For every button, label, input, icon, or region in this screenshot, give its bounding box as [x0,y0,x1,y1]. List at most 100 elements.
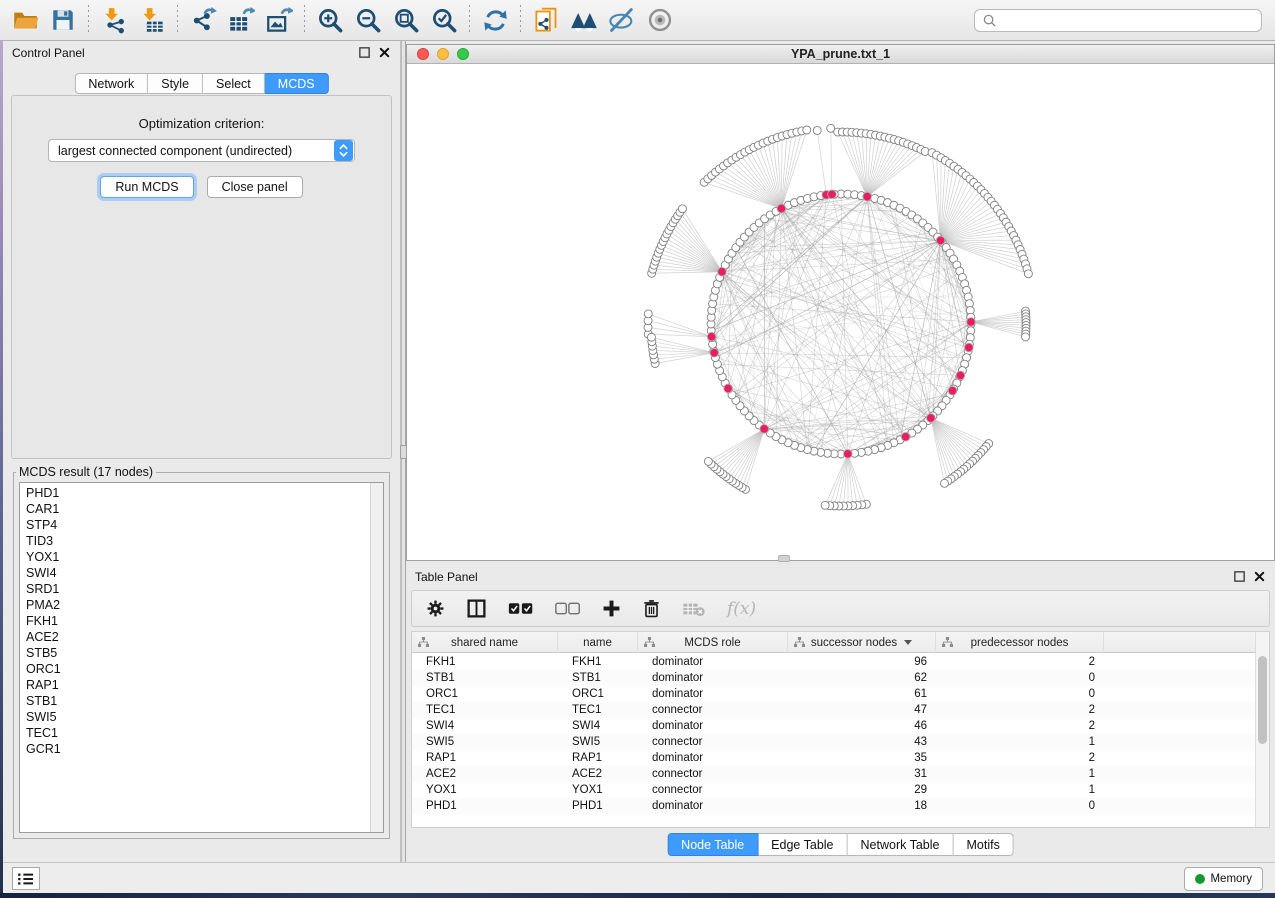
show-columns-button[interactable] [466,594,487,624]
cell-predecessor-nodes[interactable]: 0 [936,798,1104,814]
tab-motifs[interactable]: Motifs [953,833,1013,856]
add-row-button[interactable] [602,594,621,624]
cell-predecessor-nodes[interactable]: 0 [936,686,1104,702]
save-session-button[interactable] [44,3,82,37]
mcds-hub-node[interactable] [718,267,727,276]
cell-successor-nodes[interactable]: 35 [788,750,936,766]
cell-mcds-role[interactable]: dominator [638,654,788,670]
leaf-node[interactable] [704,457,712,465]
refresh-layout-button[interactable] [476,3,514,37]
cell-predecessor-nodes[interactable]: 0 [936,670,1104,686]
leaf-node[interactable] [1022,333,1030,341]
cell-predecessor-nodes[interactable]: 1 [936,734,1104,750]
cell-successor-nodes[interactable]: 62 [788,670,936,686]
cell-predecessor-nodes[interactable]: 2 [936,654,1104,670]
export-network-button[interactable] [184,3,222,37]
mcds-hub-node[interactable] [967,318,976,327]
column-header-successor-nodes[interactable]: successor nodes [788,632,936,653]
close-panel-icon[interactable] [378,46,391,59]
tab-edge-table[interactable]: Edge Table [758,833,847,856]
cell-shared-name[interactable]: SWI5 [412,734,558,750]
table-row[interactable]: SWI5SWI5connector431 [412,734,1255,750]
birds-eye-view-button[interactable] [565,3,603,37]
mcds-hub-node[interactable] [828,190,837,199]
table-row[interactable]: PHD1PHD1dominator180 [412,798,1255,814]
mcds-hub-node[interactable] [724,384,733,393]
result-node-item[interactable]: CAR1 [26,501,369,517]
leaf-node[interactable] [813,126,821,134]
cell-shared-name[interactable]: STB1 [412,670,558,686]
export-image-button[interactable] [260,3,298,37]
cell-predecessor-nodes[interactable]: 2 [936,750,1104,766]
table-row[interactable]: FKH1FKH1dominator962 [412,654,1255,670]
result-node-item[interactable]: PHD1 [26,485,369,501]
close-panel-icon[interactable] [1253,570,1266,583]
cell-mcds-role[interactable]: connector [638,734,788,750]
cell-successor-nodes[interactable]: 29 [788,782,936,798]
cell-mcds-role[interactable]: dominator [638,718,788,734]
cell-name[interactable]: FKH1 [558,654,638,670]
cell-name[interactable]: ACE2 [558,766,638,782]
hide-graphics-details-button[interactable] [603,3,641,37]
result-node-item[interactable]: SWI4 [26,565,369,581]
cell-name[interactable]: SWI5 [558,734,638,750]
run-mcds-button[interactable]: Run MCDS [100,176,193,198]
table-row[interactable]: RAP1RAP1dominator352 [412,750,1255,766]
result-node-item[interactable]: ACE2 [26,629,369,645]
import-table-button[interactable] [133,3,171,37]
result-node-item[interactable]: FKH1 [26,613,369,629]
mcds-hub-node[interactable] [936,236,945,245]
table-row[interactable]: STB1STB1dominator620 [412,670,1255,686]
cell-predecessor-nodes[interactable]: 1 [936,782,1104,798]
mcds-hub-node[interactable] [777,204,786,213]
table-row[interactable]: ACE2ACE2connector311 [412,766,1255,782]
cell-shared-name[interactable]: ORC1 [412,686,558,702]
cell-predecessor-nodes[interactable]: 2 [936,702,1104,718]
result-node-item[interactable]: ORC1 [26,661,369,677]
mcds-hub-node[interactable] [948,386,957,395]
show-graphics-details-button[interactable] [641,3,679,37]
horizontal-splitter-grip[interactable] [778,555,790,562]
deselect-all-button[interactable] [555,594,581,624]
tab-select[interactable]: Select [203,73,265,94]
column-header-predecessor-nodes[interactable]: predecessor nodes [936,632,1104,653]
mcds-hub-node[interactable] [956,371,965,380]
cell-mcds-role[interactable]: connector [638,782,788,798]
cell-successor-nodes[interactable]: 43 [788,734,936,750]
tab-node-table[interactable]: Node Table [667,833,758,856]
column-header-MCDS-role[interactable]: MCDS role [638,632,788,653]
result-node-item[interactable]: STP4 [26,517,369,533]
close-panel-button[interactable]: Close panel [207,176,303,198]
export-table-button[interactable] [222,3,260,37]
tab-network-table[interactable]: Network Table [848,833,954,856]
criterion-select[interactable]: largest connected component (undirected) [48,139,355,162]
float-panel-icon[interactable] [1233,570,1246,583]
column-header-shared-name[interactable]: shared name [412,632,558,653]
result-node-item[interactable]: GCR1 [26,741,369,757]
cell-shared-name[interactable]: RAP1 [412,750,558,766]
float-panel-icon[interactable] [358,46,371,59]
result-node-item[interactable]: RAP1 [26,677,369,693]
zoom-selected-button[interactable] [425,3,463,37]
scrollbar-thumb[interactable] [1258,656,1267,744]
cell-name[interactable]: STB1 [558,670,638,686]
leaf-node[interactable] [940,479,948,487]
cell-shared-name[interactable]: ACE2 [412,766,558,782]
leaf-node[interactable] [647,333,655,341]
cell-shared-name[interactable]: FKH1 [412,654,558,670]
cell-shared-name[interactable]: SWI4 [412,718,558,734]
cell-name[interactable]: TEC1 [558,702,638,718]
open-file-button[interactable] [6,3,44,37]
cell-successor-nodes[interactable]: 47 [788,702,936,718]
panel-menu-button[interactable] [12,867,40,890]
leaf-node[interactable] [678,205,686,213]
network-canvas[interactable] [407,64,1274,560]
mcds-hub-node[interactable] [901,433,910,442]
table-row[interactable]: SWI4SWI4dominator462 [412,718,1255,734]
table-scrollbar[interactable] [1255,632,1269,827]
zoom-in-button[interactable] [311,3,349,37]
table-row[interactable]: ORC1ORC1dominator610 [412,686,1255,702]
cell-mcds-role[interactable]: dominator [638,670,788,686]
cell-shared-name[interactable]: YOX1 [412,782,558,798]
mcds-hub-node[interactable] [760,425,769,434]
